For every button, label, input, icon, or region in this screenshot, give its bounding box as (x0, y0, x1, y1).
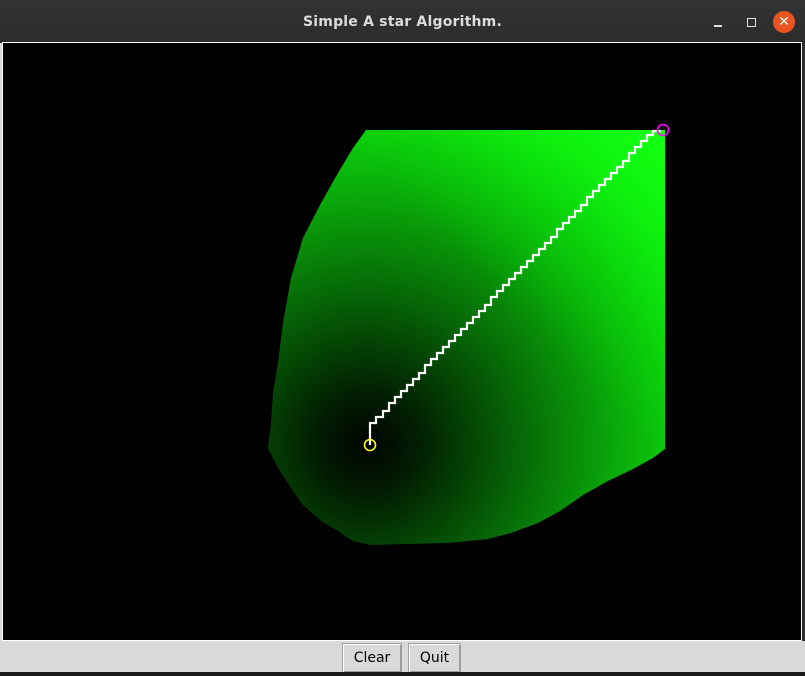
window-title: Simple A star Algorithm. (303, 14, 502, 30)
control-bar: Clear Quit (0, 641, 805, 676)
astar-canvas[interactable] (2, 42, 802, 641)
explored-highlight (268, 130, 665, 545)
close-button[interactable]: ✕ (773, 11, 795, 33)
quit-button[interactable]: Quit (408, 643, 461, 673)
maximize-button[interactable] (740, 11, 762, 33)
astar-visualization[interactable] (3, 43, 801, 640)
titlebar[interactable]: Simple A star Algorithm. ✕ (0, 0, 805, 43)
clear-button[interactable]: Clear (342, 643, 402, 673)
minimize-icon (714, 25, 722, 27)
maximize-icon (747, 18, 756, 27)
background-terminal-strip (0, 672, 805, 676)
close-icon: ✕ (778, 14, 790, 30)
minimize-button[interactable] (707, 11, 729, 33)
app-window: Simple A star Algorithm. ✕ Clear Quit (0, 0, 805, 676)
